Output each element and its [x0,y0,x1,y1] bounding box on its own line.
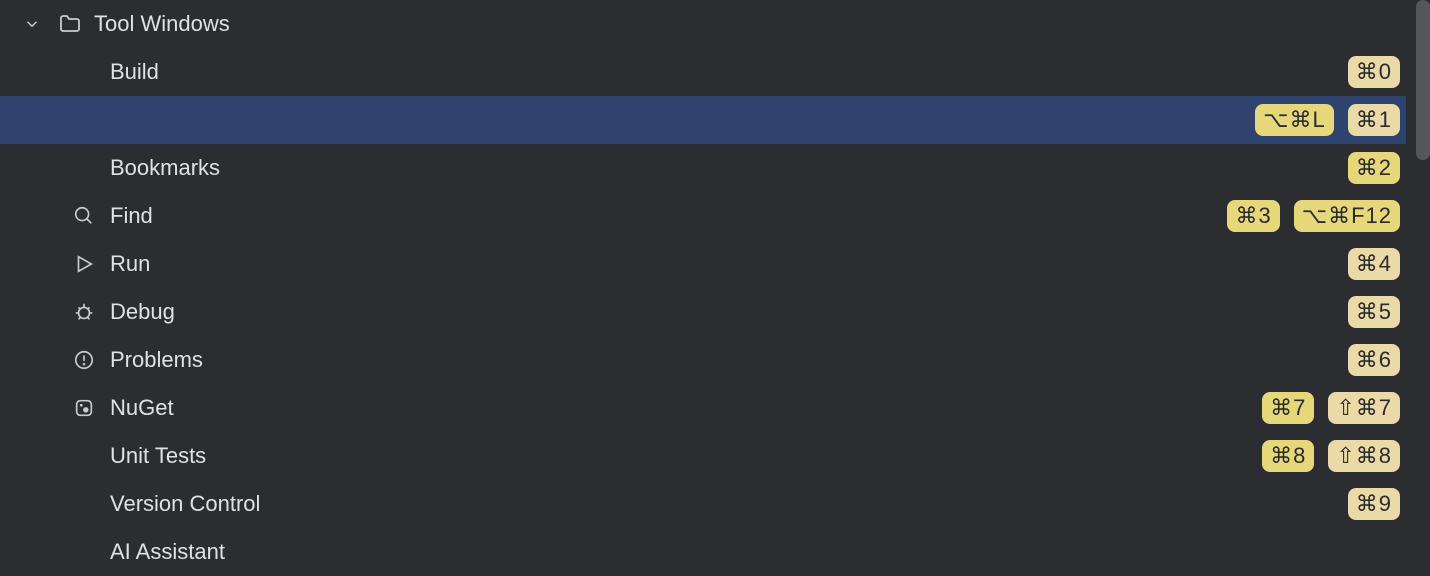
shortcut-group: ⌥⌘L ⌘1 [1255,104,1400,136]
bug-icon [70,301,98,323]
tree-item-label: Build [110,59,1336,85]
shortcut-badge: ⌘3 [1227,200,1279,232]
folder-icon [56,12,84,36]
scrollbar-vertical[interactable] [1416,0,1430,160]
tree-item-label: Unit Tests [110,443,1250,469]
tree-item[interactable]: ⌥⌘L ⌘1 [0,96,1406,144]
tree-item-label: Find [110,203,1215,229]
tree-item[interactable]: Version Control ⌘9 [0,480,1406,528]
tree-item[interactable]: Run ⌘4 [0,240,1406,288]
tree-item[interactable]: Unit Tests ⌘8 ⇧⌘8 [0,432,1406,480]
shortcut-group: ⌘9 [1348,488,1400,520]
group-tool-windows[interactable]: Tool Windows [0,0,1406,48]
shortcut-badge: ⌘2 [1348,152,1400,184]
shortcut-badge: ⇧⌘7 [1328,392,1400,424]
tree-item[interactable]: Problems ⌘6 [0,336,1406,384]
tree-item-label: Problems [110,347,1336,373]
shortcut-badge: ⌘4 [1348,248,1400,280]
shortcut-group: ⌘5 [1348,296,1400,328]
shortcut-group: ⌘6 [1348,344,1400,376]
tree-item-label: NuGet [110,395,1250,421]
tree-item[interactable]: AI Assistant [0,528,1406,576]
shortcut-group: ⌘0 [1348,56,1400,88]
shortcut-group: ⌘7 ⇧⌘7 [1262,392,1400,424]
tree-item-label: Bookmarks [110,155,1336,181]
play-icon [70,253,98,275]
nuget-icon [70,397,98,419]
shortcut-badge: ⌘6 [1348,344,1400,376]
tree-item[interactable]: Build ⌘0 [0,48,1406,96]
shortcut-badge: ⌘0 [1348,56,1400,88]
tree-item-label: Run [110,251,1336,277]
tree-item-label: AI Assistant [110,539,1388,565]
shortcut-group: ⌘8 ⇧⌘8 [1262,440,1400,472]
shortcut-badge: ⌥⌘F12 [1294,200,1400,232]
tree-item-label: Version Control [110,491,1336,517]
tree-item-label: Debug [110,299,1336,325]
tree-item[interactable]: Debug ⌘5 [0,288,1406,336]
tool-windows-tree: Tool Windows Build ⌘0 ⌥⌘L ⌘1 Bookmarks ⌘2 Find… [0,0,1406,576]
warning-icon [70,349,98,371]
chevron-down-icon [18,15,46,33]
shortcut-badge: ⌘8 [1262,440,1314,472]
shortcut-group: ⌘3 ⌥⌘F12 [1227,200,1400,232]
shortcut-group: ⌘2 [1348,152,1400,184]
shortcut-badge: ⇧⌘8 [1328,440,1400,472]
tree-item[interactable]: Find ⌘3 ⌥⌘F12 [0,192,1406,240]
tree-item[interactable]: Bookmarks ⌘2 [0,144,1406,192]
shortcut-group: ⌘4 [1348,248,1400,280]
tree-item[interactable]: NuGet ⌘7 ⇧⌘7 [0,384,1406,432]
group-label: Tool Windows [94,11,230,37]
shortcut-badge: ⌥⌘L [1255,104,1334,136]
shortcut-badge: ⌘5 [1348,296,1400,328]
shortcut-badge: ⌘1 [1348,104,1400,136]
shortcut-badge: ⌘7 [1262,392,1314,424]
search-icon [70,205,98,227]
shortcut-badge: ⌘9 [1348,488,1400,520]
